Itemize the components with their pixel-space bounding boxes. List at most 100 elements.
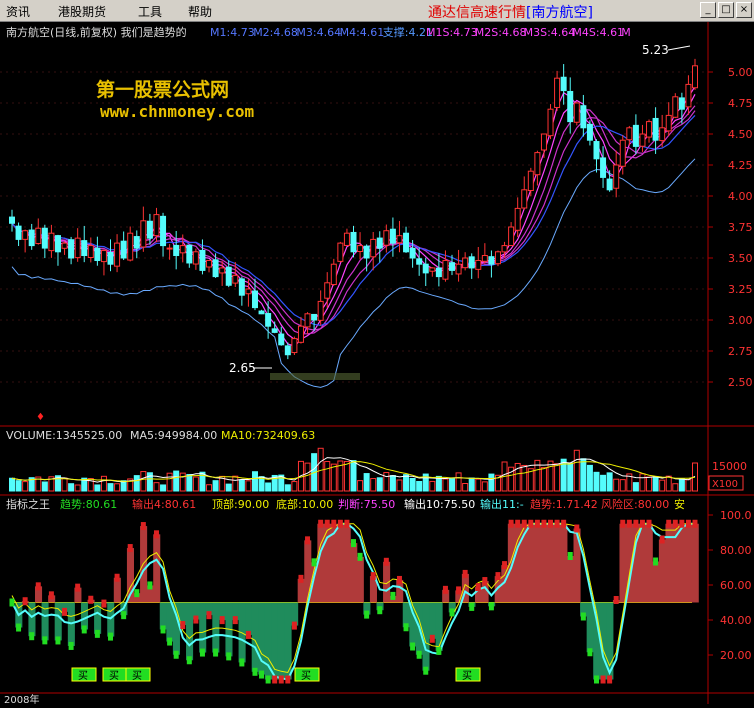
indicator-risk: 风险区:80.00 (601, 497, 669, 511)
candle-body-45 (304, 313, 311, 328)
indicator-step-66 (442, 585, 448, 594)
indicator-tick-4: 20.00 (720, 649, 752, 662)
indicator-tick-3: 40.00 (720, 614, 752, 627)
volume-bar-10 (74, 484, 81, 492)
candle-body-28 (192, 251, 199, 265)
indicator-step-48 (324, 519, 330, 528)
candle-body-87 (580, 105, 587, 129)
indicator-tick-2: 60.00 (720, 579, 752, 592)
indicator-step-73 (488, 602, 494, 611)
indicator-fill-50 (337, 523, 345, 603)
price-tick-5: 3.75 (728, 221, 753, 234)
indicator-step-14 (101, 599, 107, 608)
candle-body-62 (416, 258, 423, 265)
candle-body-75 (501, 245, 508, 253)
candle-body-72 (481, 255, 488, 262)
ribbon-line-4 (11, 114, 696, 327)
candle-body-11 (81, 240, 88, 257)
menu-item-tools[interactable]: 工具 (138, 3, 162, 20)
indicator-step-17 (121, 611, 127, 620)
indicator-step-92 (613, 596, 619, 604)
candle-body-30 (206, 259, 213, 268)
candle-body-85 (567, 90, 574, 123)
volume-bar-49 (330, 463, 337, 492)
indicator-step-49 (331, 519, 337, 528)
volume-bar-48 (324, 461, 331, 492)
indicator-step-98 (653, 557, 659, 566)
price-tick-3: 4.25 (728, 159, 753, 172)
candle-body-78 (521, 189, 528, 209)
menu-item-hk-futures[interactable]: 港股期货 (58, 3, 106, 20)
candle-body-60 (403, 232, 410, 253)
watermark-name: 第一股票公式网 (96, 79, 230, 101)
indicator-step-61 (410, 642, 416, 651)
candle-body-51 (343, 232, 350, 246)
menu-item-help[interactable]: 帮助 (188, 3, 212, 20)
menu-item-info[interactable]: 资讯 (6, 3, 30, 20)
candle-body-20 (140, 220, 147, 248)
indicator-step-42 (285, 675, 291, 684)
candle-body-55 (370, 238, 377, 258)
volume-bar-70 (468, 477, 475, 492)
volume-bar-51 (343, 460, 350, 492)
indicator-step-85 (567, 552, 573, 560)
indicator-step-96 (639, 519, 645, 528)
volume-bar-67 (449, 478, 456, 492)
indicator-step-51 (344, 519, 350, 528)
indicator-step-71 (475, 583, 481, 592)
price-tick-0: 5.00 (728, 66, 753, 79)
indicator-top: 顶部:90.00 (212, 497, 269, 511)
volume-bar-71 (475, 478, 482, 492)
indicator-step-81 (541, 519, 547, 528)
price-tick-9: 2.75 (728, 345, 753, 358)
candle-body-40 (271, 328, 278, 333)
minimize-button[interactable]: _ (700, 2, 716, 18)
indicator-step-68 (456, 586, 462, 595)
high-price-label: 5.23 (642, 43, 669, 57)
candle-body-14 (100, 250, 107, 263)
buy-badge-text-1: 买 (109, 670, 119, 682)
candle-body-104 (692, 65, 698, 89)
indicator-safe: 安 (674, 497, 685, 511)
volume-bar-24 (166, 472, 173, 492)
indicator-step-82 (548, 519, 554, 528)
indicator-fill-24 (166, 602, 174, 642)
volume-bar-37 (251, 471, 258, 492)
candle-body-12 (87, 245, 94, 259)
price-header-ma-9: M (621, 26, 631, 39)
buy-badge-text-4: 买 (462, 670, 472, 682)
chart-area[interactable]: 南方航空(日线,前复权) 我们是趋势的 M1:4.73 M2:4.68 M3:4.6… (0, 22, 754, 706)
watermark-url: www.chnmoney.com (100, 102, 255, 121)
indicator-fill-65 (435, 602, 443, 651)
window-controls: _ □ × (700, 2, 752, 18)
indicator-step-5 (42, 636, 48, 645)
candle-body-17 (120, 240, 127, 259)
high-price-arrow (667, 45, 691, 51)
candle-body-36 (245, 288, 252, 295)
indicator-fill-15 (107, 602, 115, 637)
candle-body-2 (22, 230, 29, 240)
indicator-step-2 (22, 597, 28, 606)
volume-bar-0 (9, 477, 15, 492)
volume-ma10: MA10:732409.63 (221, 429, 315, 442)
candle-body-57 (383, 230, 390, 246)
stock-name: [南方航空] (526, 5, 593, 21)
app-name: 通达信高速行情 (428, 5, 526, 21)
volume-bar-14 (100, 475, 107, 492)
close-button[interactable]: × (736, 2, 752, 18)
indicator-step-77 (515, 519, 521, 528)
candle-body-77 (514, 207, 521, 231)
candle-body-73 (488, 256, 495, 265)
candle-body-70 (468, 256, 475, 269)
candle-body-27 (186, 244, 193, 264)
candle-body-86 (573, 102, 580, 123)
indicator-step-53 (357, 552, 363, 561)
volume-bar-33 (225, 483, 232, 492)
indicator-fill-20 (140, 526, 148, 603)
chart-svg[interactable]: 南方航空(日线,前复权) 我们是趋势的 M1:4.73M2:4.68M3:4.6… (0, 22, 754, 706)
maximize-button[interactable]: □ (718, 2, 734, 18)
volume-bar-64 (429, 480, 436, 492)
candle-body-4 (35, 227, 42, 245)
indicator-fill-37 (251, 602, 259, 672)
candle-body-91 (606, 178, 613, 191)
